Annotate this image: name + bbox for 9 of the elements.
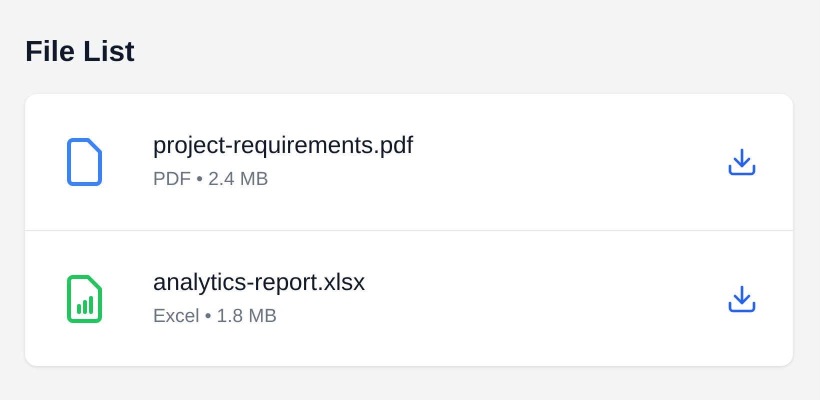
file-meta: Excel • 1.8 MB <box>153 304 278 328</box>
download-icon <box>726 282 758 314</box>
download-button[interactable] <box>726 146 758 178</box>
file-name: project-requirements.pdf <box>153 131 414 161</box>
file-meta: PDF • 2.4 MB <box>153 168 270 192</box>
page-title: File List <box>25 35 136 70</box>
download-button[interactable] <box>726 282 758 314</box>
file-name: analytics-report.xlsx <box>153 268 366 298</box>
download-icon <box>726 146 758 178</box>
